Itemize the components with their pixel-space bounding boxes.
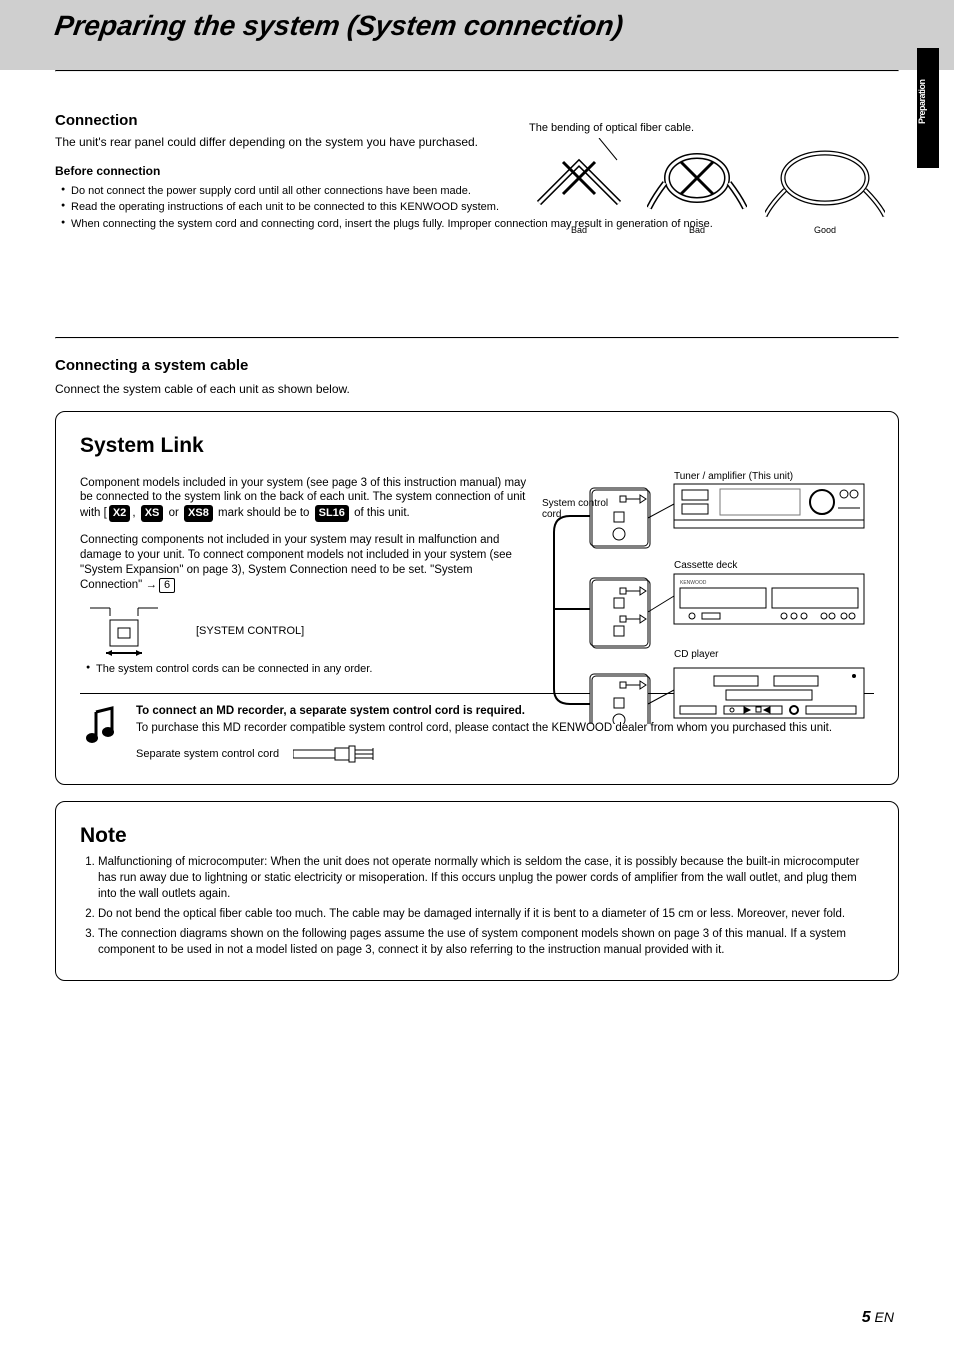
bend-icon-good: Good — [765, 138, 885, 235]
jack-icon — [80, 604, 190, 658]
device-connection-diagram: KENWOOD — [544, 464, 874, 679]
bend-icon-bad-loop: Bad — [647, 138, 747, 235]
system-link-heading: System Link — [80, 434, 874, 458]
music-note-icon — [80, 704, 124, 753]
bend-label: Bad — [647, 225, 747, 235]
page-reference: 6 — [159, 578, 175, 593]
side-tab-preparation: Preparation — [917, 48, 939, 168]
md-recorder-note: To connect an MD recorder, a separate sy… — [80, 704, 874, 766]
header-band: Preparing the system (System connection) — [0, 0, 954, 70]
note-list: Malfunctioning of microcomputer: When th… — [80, 854, 874, 959]
system-link-paragraph-1: Component models included in your system… — [80, 476, 532, 522]
bending-caption: The bending of optical fiber cable. — [529, 122, 899, 134]
bend-label: Good — [765, 225, 885, 235]
bend-icon-bad-sharp: Bad — [529, 138, 629, 235]
md-note-line2: To purchase this MD recorder compatible … — [136, 721, 874, 736]
plug-icon — [293, 742, 413, 766]
page-title: Preparing the system (System connection) — [53, 10, 625, 42]
divider — [55, 337, 899, 339]
badge-x2: X2 — [109, 505, 130, 521]
cable-bending-illustration: The bending of optical fiber cable. — [529, 122, 899, 235]
note-heading: Note — [80, 824, 874, 848]
md-note-line1: To connect an MD recorder, a separate sy… — [136, 704, 874, 719]
system-link-panel: System Link Component models included in… — [55, 411, 899, 785]
system-cable-subtitle: Connect the system cable of each unit as… — [55, 382, 899, 396]
plug-caption: Separate system control cord — [136, 748, 279, 760]
system-cable-heading: Connecting a system cable — [55, 357, 899, 374]
note-panel: Note Malfunctioning of microcomputer: Wh… — [55, 801, 899, 982]
note-item: Do not bend the optical fiber cable too … — [98, 906, 874, 922]
badge-xs: XS — [141, 505, 164, 521]
jack-note-list: The system control cords can be connecte… — [80, 662, 532, 676]
system-link-paragraph-2: Connecting components not included in yo… — [80, 533, 532, 593]
badge-sl16: SL16 — [315, 505, 349, 521]
system-cable-section: Connecting a system cable Connect the sy… — [55, 357, 899, 981]
jack-label: [SYSTEM CONTROL] — [196, 625, 304, 637]
note-item: Malfunctioning of microcomputer: When th… — [98, 854, 874, 902]
bend-label: Bad — [529, 225, 629, 235]
connection-section: Connection The unit's rear panel could d… — [55, 112, 899, 337]
note-item: The connection diagrams shown on the fol… — [98, 926, 874, 958]
divider — [55, 70, 899, 72]
page-number: 5 EN — [862, 1309, 894, 1327]
list-item: The system control cords can be connecte… — [86, 662, 532, 676]
svg-text:KENWOOD: KENWOOD — [680, 580, 707, 586]
badge-xs8: XS8 — [184, 505, 213, 521]
system-control-jack-diagram: [SYSTEM CONTROL] — [80, 604, 532, 658]
